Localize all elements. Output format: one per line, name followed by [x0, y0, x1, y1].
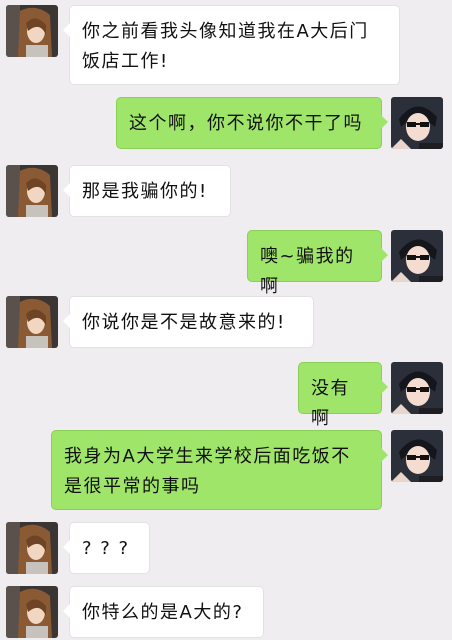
- message-text: 你说你是不是故意来的!: [82, 312, 286, 333]
- boy-avatar-icon[interactable]: [391, 97, 443, 149]
- message-bubble[interactable]: 你特么的是A大的?: [63, 586, 264, 638]
- message-bubble[interactable]: 我身为A大学生来学校后面吃饭不是很平常的事吗: [51, 430, 388, 510]
- message-text: 那是我骗你的!: [82, 181, 208, 202]
- message-text: 你之前看我头像知道我在A大后门饭店工作!: [82, 21, 369, 72]
- message-bubble[interactable]: ? ? ?: [63, 522, 150, 574]
- message-bubble[interactable]: 噢~骗我的啊: [247, 230, 388, 297]
- girl-avatar-icon[interactable]: [6, 522, 58, 574]
- girl-avatar-icon[interactable]: [6, 586, 58, 638]
- message-bubble[interactable]: 这个啊，你不说你不干了吗: [116, 97, 388, 149]
- boy-avatar-icon[interactable]: [391, 430, 443, 482]
- girl-avatar-icon[interactable]: [6, 165, 58, 217]
- message-text: 噢~骗我的啊: [260, 246, 355, 297]
- message-text: ? ? ?: [82, 538, 130, 559]
- message-text: 我身为A大学生来学校后面吃饭不是很平常的事吗: [64, 446, 351, 497]
- message-bubble[interactable]: 你说你是不是故意来的!: [63, 296, 314, 348]
- message-text: 这个啊，你不说你不干了吗: [129, 113, 363, 134]
- message-text: 你特么的是A大的?: [82, 602, 244, 623]
- girl-avatar-icon[interactable]: [6, 5, 58, 57]
- boy-avatar-icon[interactable]: [391, 362, 443, 414]
- message-text: 没有啊: [311, 378, 350, 429]
- message-bubble[interactable]: 没有啊: [298, 362, 388, 429]
- chat-window: 你之前看我头像知道我在A大后门饭店工作! 这个啊，你不说你不干了吗 那是我骗你的…: [0, 0, 452, 640]
- girl-avatar-icon[interactable]: [6, 296, 58, 348]
- message-bubble[interactable]: 你之前看我头像知道我在A大后门饭店工作!: [63, 5, 400, 85]
- boy-avatar-icon[interactable]: [391, 230, 443, 282]
- message-bubble[interactable]: 那是我骗你的!: [63, 165, 231, 217]
